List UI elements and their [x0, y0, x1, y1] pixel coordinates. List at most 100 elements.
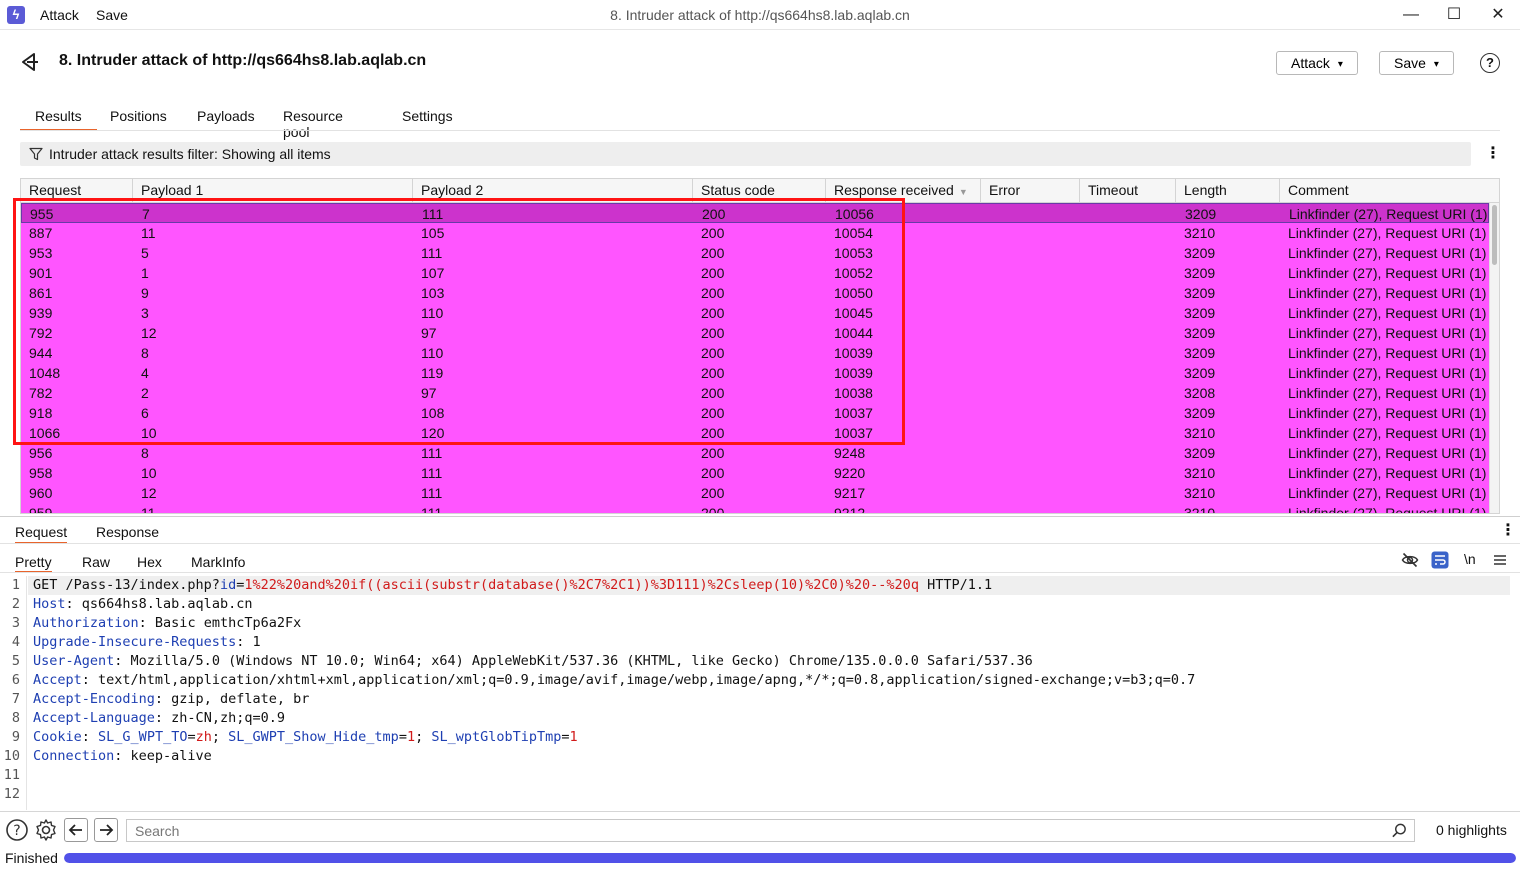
cell-comment: Linkfinder (27), Request URI (1)	[1288, 265, 1487, 281]
cell-response-received: 10039	[834, 345, 873, 361]
table-row[interactable]: 958 10 111 200 9220 3210 Linkfinder (27), Requ…	[21, 463, 1489, 483]
table-row[interactable]: 887 11 105 200 10054 3210 Linkfinder (27), Req…	[21, 223, 1489, 243]
cell-comment: Linkfinder (27), Request URI (1)	[1288, 445, 1487, 461]
table-row[interactable]: 959 11 111 200 9212 3210 Linkfinder (27), Requ…	[21, 503, 1489, 514]
col-header-error[interactable]: Error	[981, 179, 1080, 203]
cell-length: 3209	[1184, 325, 1216, 341]
newline-icon[interactable]: \n	[1464, 551, 1476, 567]
save-dropdown-button[interactable]: Save ▾	[1379, 51, 1454, 75]
line-number: 4	[11, 634, 20, 650]
cell-request: 901	[29, 265, 53, 281]
tab-results[interactable]: Results	[20, 108, 97, 131]
table-row[interactable]: 955 7 111 200 10056 3209 Linkfinder (27), Requ…	[21, 203, 1489, 223]
help-icon[interactable]: ?	[1480, 53, 1500, 73]
table-row[interactable]: 1066 10 120 200 10037 3210 Linkfinder (27), Re…	[21, 423, 1489, 443]
close-window-button[interactable]: ✕	[1475, 0, 1520, 30]
help-icon[interactable]: ?	[5, 818, 29, 842]
tab-request[interactable]: Request	[15, 524, 68, 544]
code-text: : gzip, deflate, br	[154, 691, 310, 707]
tab-resource-pool[interactable]: Resource pool	[283, 108, 343, 140]
cell-comment: Linkfinder (27), Request URI (1)	[1288, 385, 1487, 401]
right-arrow-icon	[100, 824, 114, 836]
line-number-gutter: 1 2 3 4 5 6 7 8 9 10 11 12	[0, 576, 27, 810]
col-header-payload-2[interactable]: Payload 2	[413, 179, 693, 203]
wrap-lines-icon[interactable]	[1431, 551, 1449, 569]
cell-error	[981, 303, 989, 323]
attack-dropdown-button[interactable]: Attack ▾	[1276, 51, 1358, 75]
table-row[interactable]: 939 3 110 200 10045 3209 Linkfinder (27), Requ…	[21, 303, 1489, 323]
search-icon[interactable]	[1391, 822, 1408, 839]
cell-comment: Linkfinder (27), Request URI (1)	[1288, 465, 1487, 481]
cell-response-received: 10052	[834, 265, 873, 281]
col-header-response-received[interactable]: Response received ▼	[826, 179, 981, 203]
code-text: =	[398, 729, 407, 745]
col-header-timeout[interactable]: Timeout	[1080, 179, 1176, 203]
chevron-down-icon: ▾	[1337, 59, 1343, 70]
table-body: 959 11 111 200 9212 3210 Linkfinder (27), Requ…	[21, 203, 1499, 514]
view-tab-hex[interactable]: Hex	[137, 554, 162, 570]
table-row[interactable]: 792 12 97 200 10044 3209 Linkfinder (27), Requ…	[21, 323, 1489, 343]
next-match-button[interactable]	[94, 818, 118, 842]
settings-gear-icon[interactable]	[34, 818, 58, 842]
search-box[interactable]	[126, 819, 1415, 842]
scrollbar-thumb[interactable]	[1492, 205, 1497, 265]
col-header-comment[interactable]: Comment	[1280, 179, 1489, 203]
tab-response[interactable]: Response	[96, 524, 159, 540]
tab-settings[interactable]: Settings	[402, 108, 453, 131]
maximize-button[interactable]: ☐	[1431, 0, 1477, 30]
previous-match-button[interactable]	[64, 818, 88, 842]
cell-error	[981, 403, 989, 423]
search-input[interactable]	[127, 820, 1377, 841]
results-filter-bar[interactable]: Intruder attack results filter: Showing …	[20, 142, 1471, 166]
view-tab-pretty[interactable]: Pretty	[15, 554, 52, 573]
minimize-button[interactable]: —	[1388, 0, 1434, 30]
menu-save[interactable]: Save	[96, 7, 128, 23]
table-row[interactable]: 901 1 107 200 10052 3209 Linkfinder (27), Requ…	[21, 263, 1489, 283]
hamburger-icon[interactable]	[1491, 551, 1509, 569]
tab-positions[interactable]: Positions	[110, 108, 167, 131]
svg-text:?: ?	[13, 823, 20, 839]
cell-request: 1066	[29, 425, 61, 441]
col-header-length[interactable]: Length	[1176, 179, 1280, 203]
request-editor[interactable]: 1 2 3 4 5 6 7 8 9 10 11 12 GET /Pass-13/index.php?i…	[0, 576, 1520, 810]
results-table[interactable]: Request Payload 1 Payload 2 Status code …	[20, 178, 1500, 514]
cell-response-received: 10054	[834, 225, 873, 241]
cell-comment: Linkfinder (27), Request URI (1)	[1288, 485, 1487, 501]
table-row[interactable]: 960 12 111 200 9217 3210 Linkfinder (27), Requ…	[21, 483, 1489, 503]
cell-payload-1: 10	[141, 465, 157, 481]
table-row[interactable]: 944 8 110 200 10039 3209 Linkfinder (27), Requ…	[21, 343, 1489, 363]
menu-attack[interactable]: Attack	[40, 7, 79, 23]
col-header-status-code[interactable]: Status code	[693, 179, 826, 203]
table-row[interactable]: 918 6 108 200 10037 3209 Linkfinder (27), Requ…	[21, 403, 1489, 423]
kebab-menu-icon[interactable]: ⋮	[1485, 145, 1501, 163]
header-name: Accept-Encoding	[33, 691, 155, 707]
cell-payload-2: 107	[421, 265, 445, 281]
table-row[interactable]: 1048 4 119 200 10039 3209 Linkfinder (27), Req…	[21, 363, 1489, 383]
table-row[interactable]: 953 5 111 200 10053 3209 Linkfinder (27), Requ…	[21, 243, 1489, 263]
cell-payload-1: 11	[141, 505, 156, 514]
table-row[interactable]: 782 2 97 200 10038 3208 Linkfinder (27), Reque…	[21, 383, 1489, 403]
line-number: 8	[11, 710, 20, 726]
col-header-payload-1[interactable]: Payload 1	[133, 179, 413, 203]
sort-descending-icon: ▼	[958, 187, 968, 197]
attack-progress-bar	[64, 853, 1516, 863]
table-scrollbar[interactable]	[1489, 203, 1499, 513]
param-value: 1	[569, 729, 578, 745]
table-header: Request Payload 1 Payload 2 Status code …	[21, 179, 1499, 203]
cell-payload-1: 9	[141, 285, 149, 301]
cell-payload-1: 4	[141, 365, 149, 381]
table-row[interactable]: 861 9 103 200 10050 3209 Linkfinder (27), Requ…	[21, 283, 1489, 303]
back-arrow-icon[interactable]	[18, 50, 42, 74]
cell-comment: Linkfinder (27), Request URI (1)	[1288, 365, 1487, 381]
col-header-request[interactable]: Request	[21, 179, 133, 203]
view-tab-raw[interactable]: Raw	[82, 554, 110, 570]
cell-length: 3210	[1184, 465, 1216, 481]
tab-payloads[interactable]: Payloads	[197, 108, 255, 131]
eye-off-icon[interactable]	[1401, 551, 1419, 569]
kebab-menu-icon[interactable]: ⋮	[1500, 522, 1516, 540]
code-line: Accept: text/html,application/xhtml+xml,…	[33, 671, 1195, 690]
cell-timeout	[1080, 363, 1088, 383]
view-tab-markinfo[interactable]: MarkInfo	[191, 554, 245, 570]
cell-length: 3209	[1184, 245, 1216, 261]
table-row[interactable]: 956 8 111 200 9248 3209 Linkfinder (27), Reque…	[21, 443, 1489, 463]
